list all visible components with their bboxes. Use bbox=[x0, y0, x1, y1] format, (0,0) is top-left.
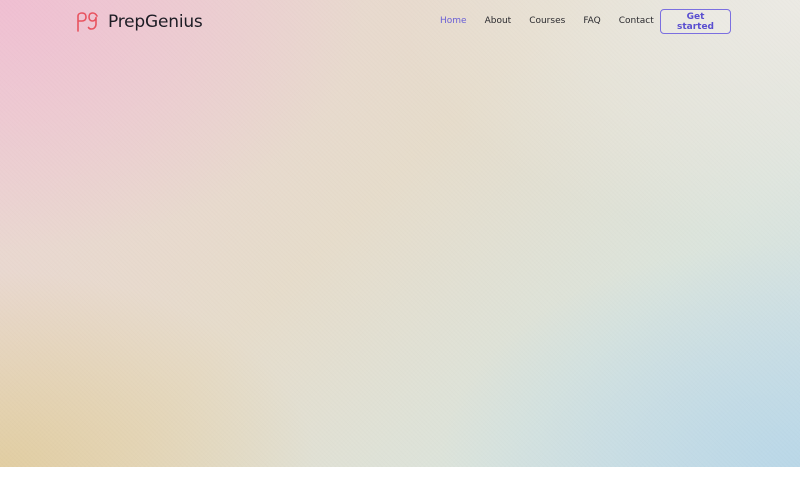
main-nav: Home About Courses FAQ Contact bbox=[440, 14, 654, 28]
top-navbar: PrepGenius Home About Courses FAQ Contac… bbox=[0, 0, 800, 44]
brand-logo-link[interactable]: PrepGenius bbox=[76, 10, 203, 34]
page: PrepGenius Home About Courses FAQ Contac… bbox=[0, 0, 800, 496]
nav-item-contact[interactable]: Contact bbox=[619, 14, 654, 28]
hero-gradient-background bbox=[0, 0, 800, 467]
nav-item-about[interactable]: About bbox=[485, 14, 512, 28]
brand-name: PrepGenius bbox=[108, 12, 203, 32]
get-started-button[interactable]: Get started bbox=[660, 9, 731, 34]
nav-item-home[interactable]: Home bbox=[440, 14, 467, 28]
nav-item-courses[interactable]: Courses bbox=[529, 14, 565, 28]
nav-item-faq[interactable]: FAQ bbox=[583, 14, 600, 28]
pg-monogram-icon bbox=[77, 12, 98, 32]
